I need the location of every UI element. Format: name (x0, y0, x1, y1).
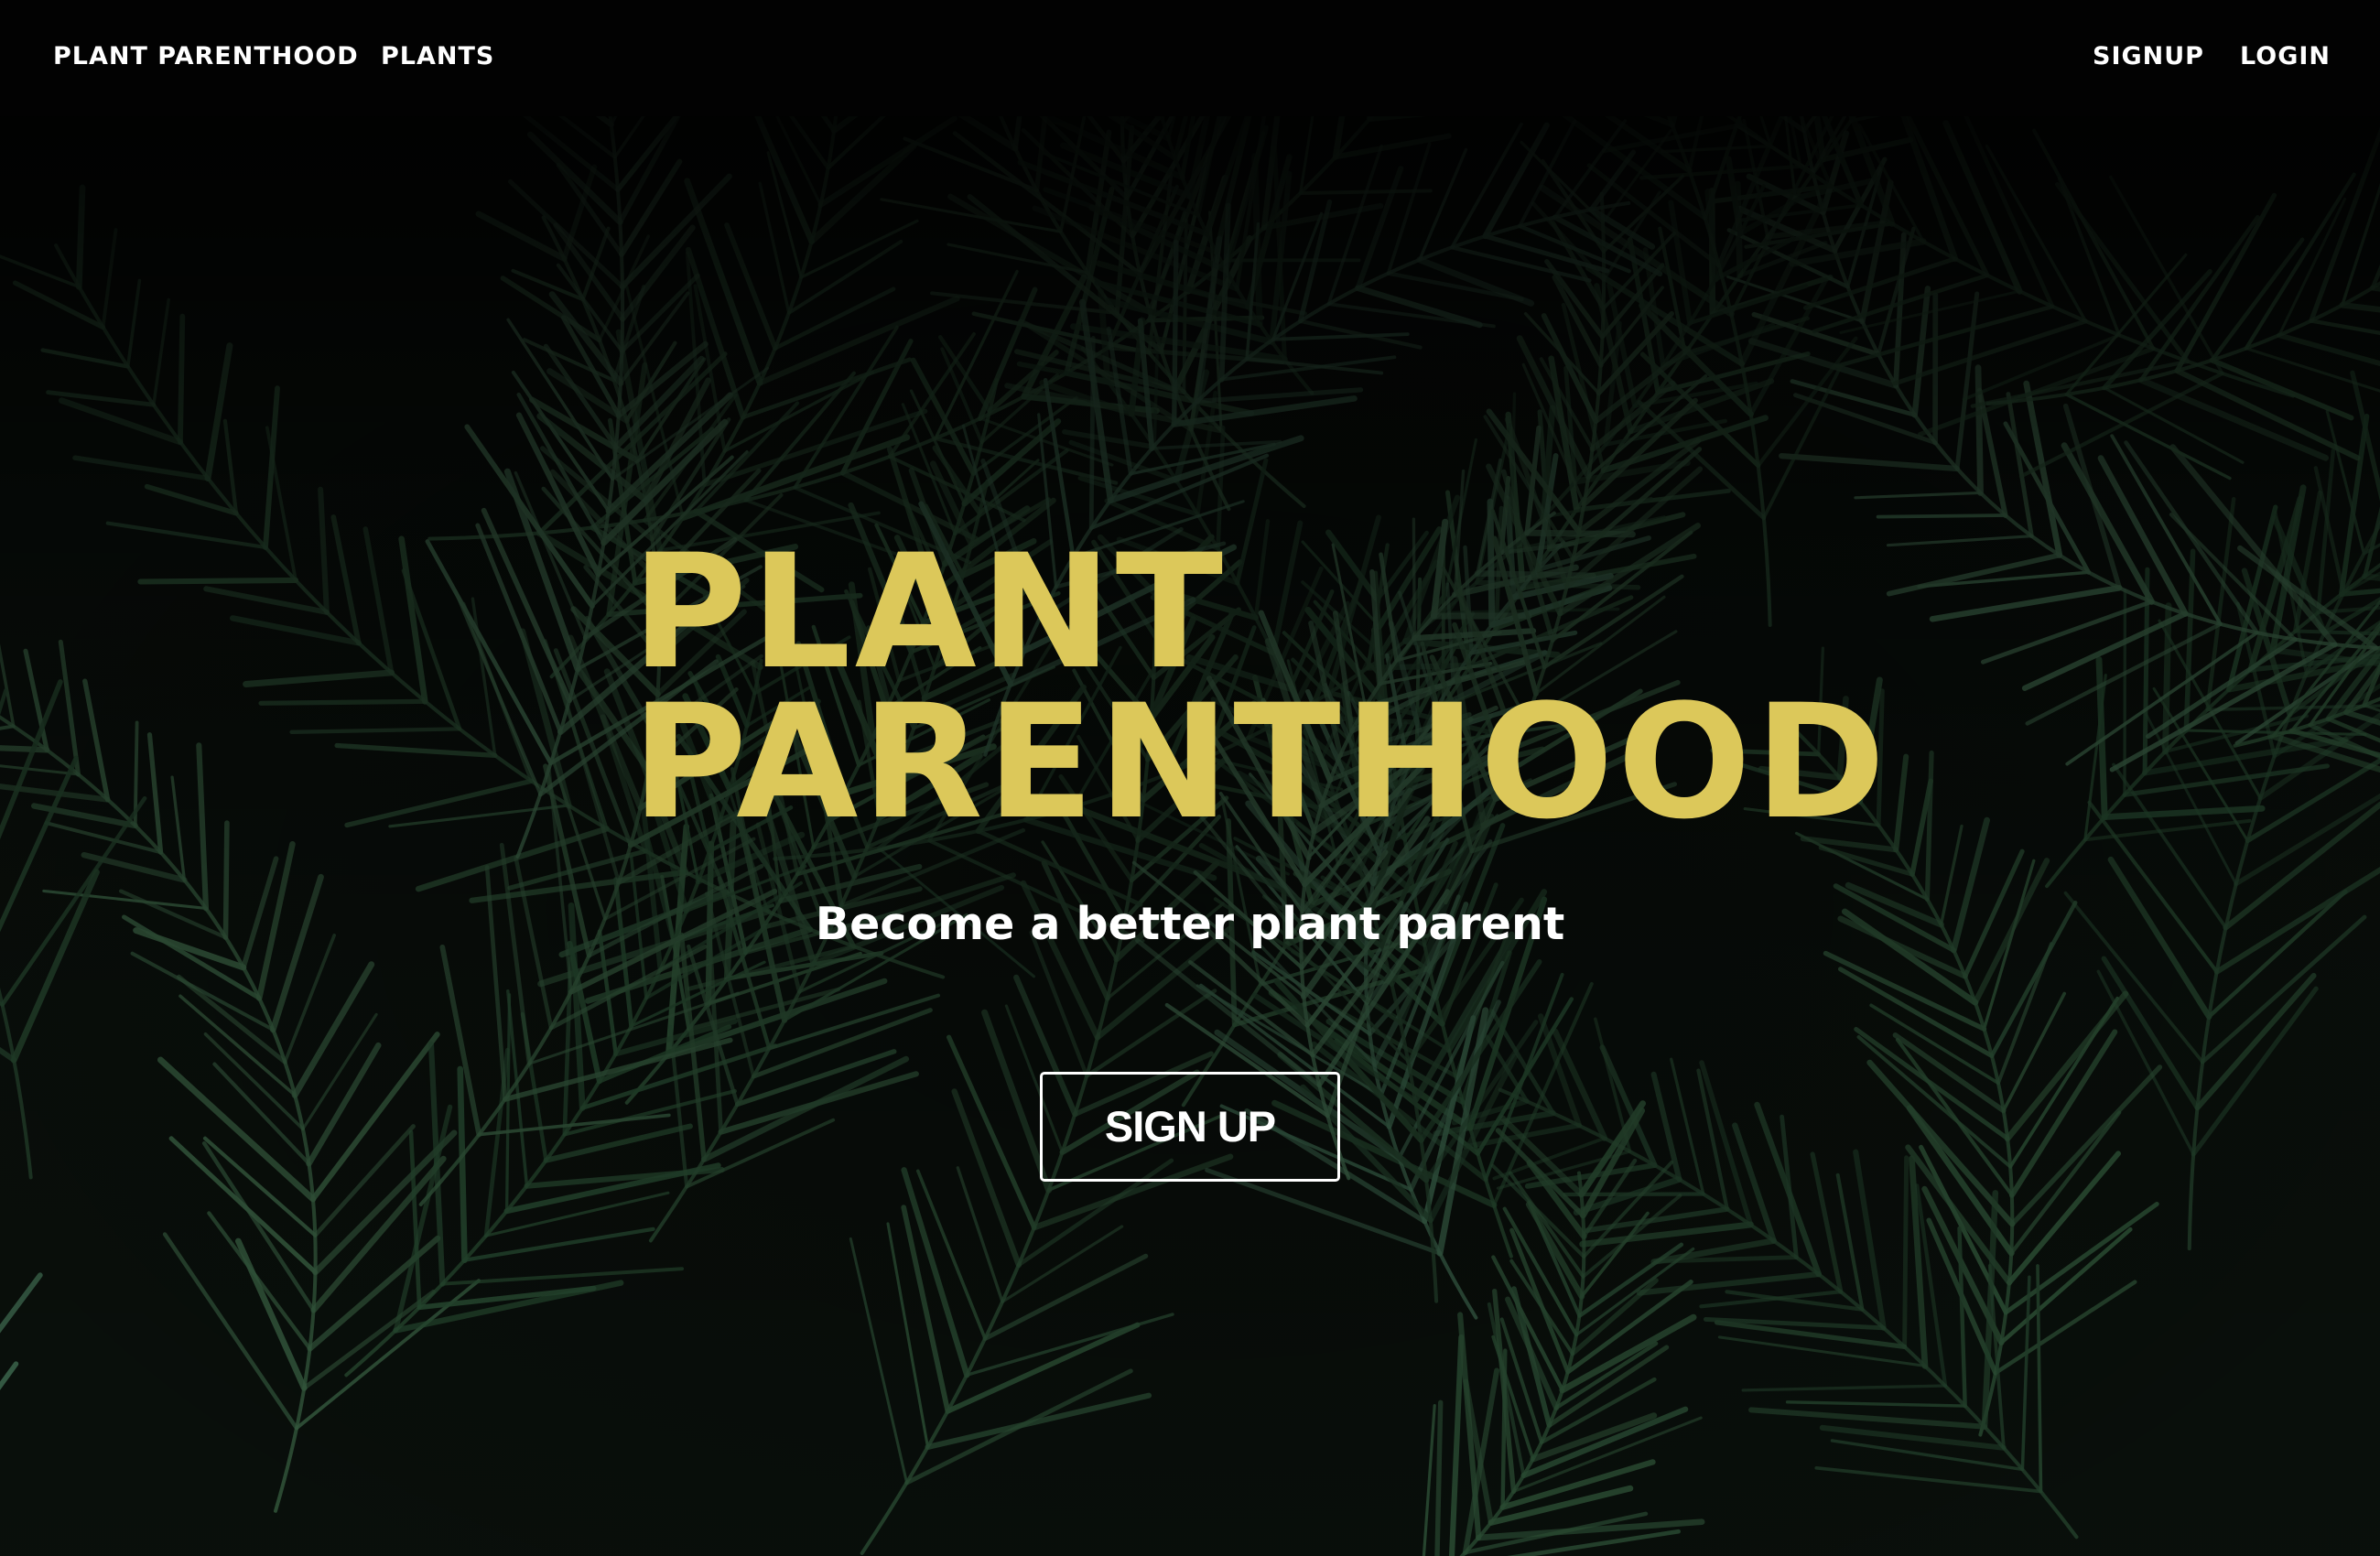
nav-brand-link[interactable]: PLANT PARENTHOOD (53, 0, 359, 116)
hero-signup-button[interactable]: SIGN UP (1040, 1072, 1340, 1182)
hero-title-line-2: PARENTHOOD (632, 670, 1889, 854)
hero-title: PLANT PARENTHOOD (632, 520, 1889, 854)
nav-plants-link[interactable]: PLANTS (381, 0, 494, 116)
nav-login-link[interactable]: LOGIN (2240, 0, 2331, 116)
hero-subtitle: Become a better plant parent (0, 897, 2380, 952)
top-navbar: PLANT PARENTHOOD PLANTS SIGNUP LOGIN (0, 0, 2380, 116)
hero-subtitle-text: Become a better plant parent (815, 898, 1565, 950)
nav-signup-link[interactable]: SIGNUP (2093, 0, 2204, 116)
landing-page: PLANT PARENTHOOD PLANTS SIGNUP LOGIN PLA… (0, 0, 2380, 1556)
hero-section: PLANT PARENTHOOD Become a better plant p… (0, 116, 2380, 1556)
hero-title-line-1: PLANT (632, 520, 1228, 704)
